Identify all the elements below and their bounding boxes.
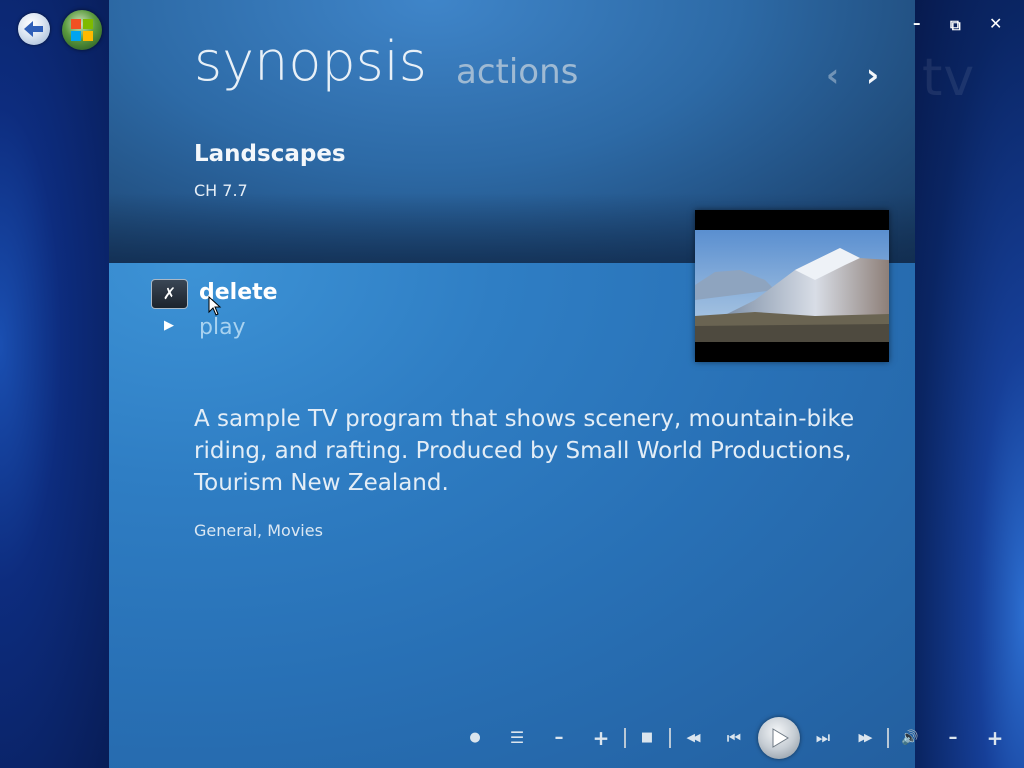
transport-divider	[887, 728, 889, 748]
left-background	[0, 0, 109, 768]
play-icon[interactable]: ▶	[164, 318, 174, 333]
program-description: A sample TV program that shows scenery, …	[194, 406, 855, 496]
play-icon	[772, 728, 789, 748]
record-icon[interactable]: ●	[463, 726, 487, 750]
guide-icon[interactable]: ☰	[505, 726, 529, 750]
next-arrow-icon[interactable]: ›	[866, 56, 879, 94]
channel-down-button[interactable]: –	[547, 726, 571, 750]
back-button[interactable]	[18, 13, 50, 45]
restore-button[interactable]: ⧉	[950, 16, 961, 34]
transport-divider	[624, 728, 626, 748]
skip-back-icon[interactable]: ⏮	[722, 726, 746, 750]
windows-start-button[interactable]	[62, 10, 102, 50]
mountain-landscape-image	[695, 230, 889, 342]
program-genres: General, Movies	[194, 521, 323, 540]
windows-logo-icon	[71, 19, 93, 41]
play-action[interactable]: play	[199, 315, 246, 340]
fast-forward-icon[interactable]: ▶▶	[852, 726, 876, 750]
ghost-tv-label: tv	[922, 48, 976, 108]
play-pause-button[interactable]	[758, 717, 800, 759]
mute-icon[interactable]: 🔊	[898, 726, 922, 750]
rewind-icon[interactable]: ◀◀	[680, 726, 704, 750]
page-title: synopsis	[194, 30, 427, 93]
program-thumbnail	[695, 210, 889, 362]
channel-up-button[interactable]: +	[589, 726, 613, 750]
minimize-button[interactable]: –	[913, 14, 921, 32]
delete-icon[interactable]: ✗	[151, 279, 188, 309]
program-title: Landscapes	[194, 141, 346, 167]
previous-arrow-icon[interactable]: ‹	[826, 56, 839, 94]
volume-up-button[interactable]: +	[983, 726, 1007, 750]
actions-tab[interactable]: actions	[456, 52, 578, 92]
right-background	[915, 0, 1024, 768]
program-channel: CH 7.7	[194, 181, 248, 200]
back-arrow-icon	[24, 21, 43, 37]
transport-divider	[669, 728, 671, 748]
close-button[interactable]: ✕	[989, 14, 1002, 33]
skip-forward-icon[interactable]: ⏭	[811, 726, 835, 750]
synopsis-panel	[109, 0, 915, 768]
volume-down-button[interactable]: –	[941, 726, 965, 750]
stop-icon[interactable]: ■	[635, 726, 659, 750]
